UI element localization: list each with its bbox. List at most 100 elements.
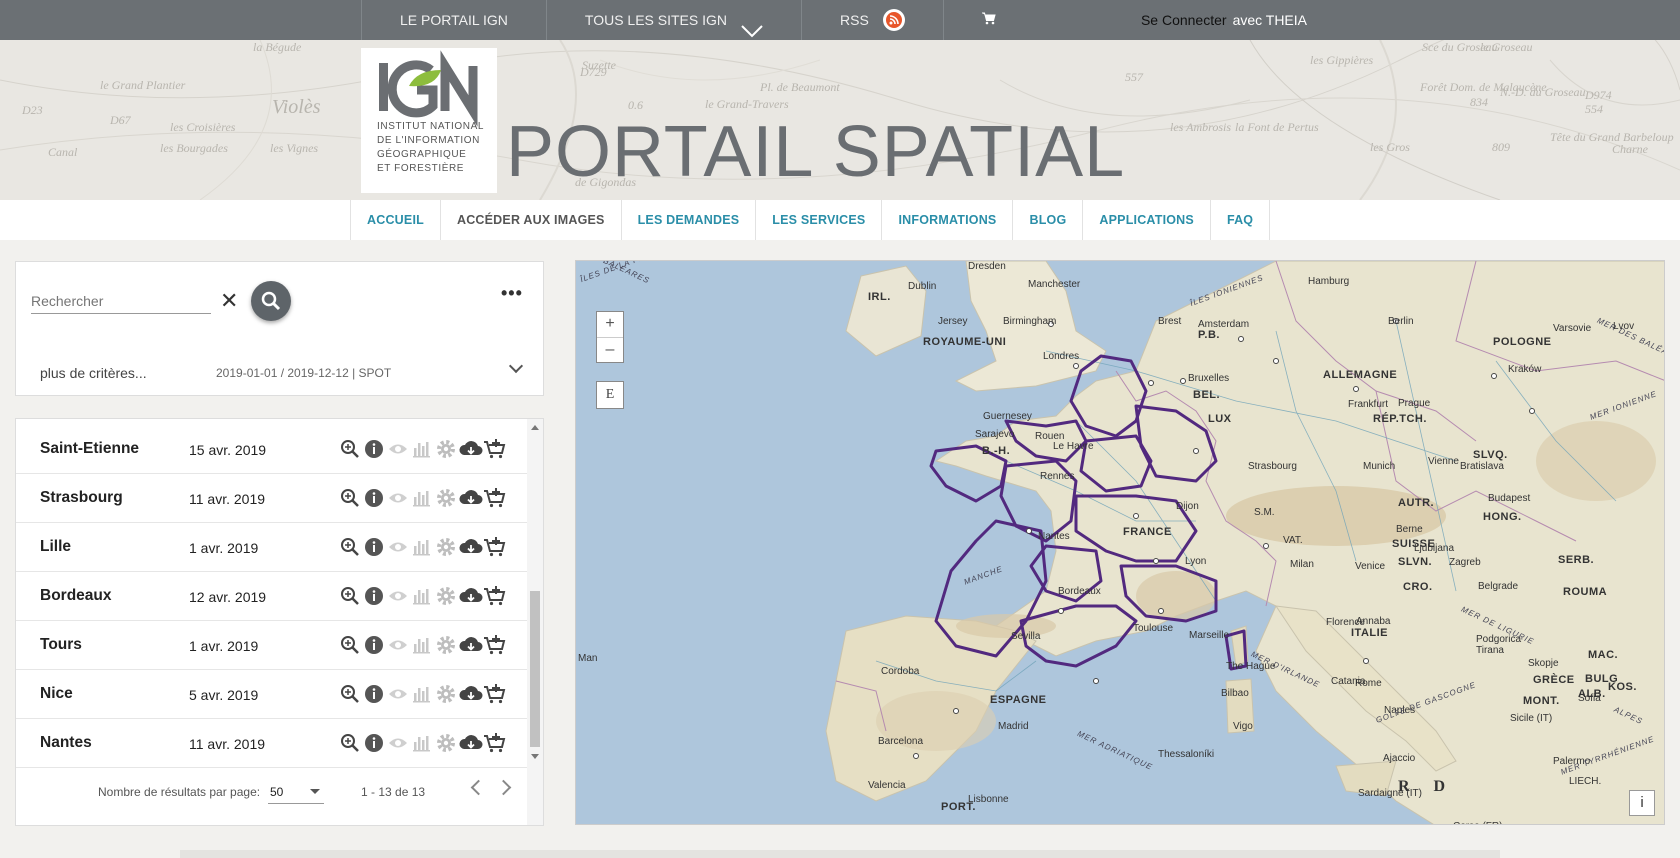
eye-icon[interactable] bbox=[387, 487, 409, 509]
search-button[interactable] bbox=[251, 281, 291, 321]
chart-icon[interactable] bbox=[411, 683, 433, 705]
result-row[interactable]: Bordeaux 12 avr. 2019 bbox=[16, 572, 527, 621]
add-to-cart-icon[interactable] bbox=[483, 634, 506, 656]
map-label: Lvov bbox=[1613, 321, 1635, 332]
chart-icon[interactable] bbox=[411, 536, 433, 558]
add-to-cart-icon[interactable] bbox=[483, 487, 506, 509]
nav-item-faq[interactable]: FAQ bbox=[1209, 200, 1271, 240]
eye-icon[interactable] bbox=[387, 634, 409, 656]
download-icon[interactable] bbox=[459, 438, 483, 460]
zoom-to-icon[interactable] bbox=[339, 732, 361, 754]
eye-icon[interactable] bbox=[387, 585, 409, 607]
nav-item-accueil[interactable]: ACCUEIL bbox=[350, 200, 440, 240]
logo-subtitle-line: DE L'INFORMATION bbox=[377, 135, 480, 146]
scroll-thumb[interactable] bbox=[530, 591, 540, 747]
info-icon[interactable] bbox=[363, 438, 385, 460]
result-row[interactable]: Strasbourg 11 avr. 2019 bbox=[16, 474, 527, 523]
chart-icon[interactable] bbox=[411, 634, 433, 656]
map-label: Varsovie bbox=[1553, 323, 1592, 334]
eye-icon[interactable] bbox=[387, 732, 409, 754]
scroll-down-arrow[interactable] bbox=[531, 754, 539, 759]
add-to-cart-icon[interactable] bbox=[483, 438, 506, 460]
gear-icon[interactable] bbox=[435, 487, 457, 509]
map-view[interactable]: IRL. ROYAUME-UNI Dublin Manchester Birmingha… bbox=[575, 260, 1665, 825]
map-label: B.-H. bbox=[982, 445, 1011, 457]
nav-item-applications[interactable]: APPLICATIONS bbox=[1082, 200, 1210, 240]
gear-icon[interactable] bbox=[435, 585, 457, 607]
info-icon[interactable] bbox=[363, 634, 385, 656]
nav-item-blog[interactable]: BLOG bbox=[1012, 200, 1082, 240]
ign-logo[interactable]: INSTITUT NATIONAL DE L'INFORMATION GÉOGR… bbox=[361, 48, 497, 193]
search-panel: ✕ ••• plus de critères... 2019-01-01 / 2… bbox=[15, 261, 544, 396]
nav-item-acceder-aux-images[interactable]: ACCÉDER AUX IMAGES bbox=[439, 200, 621, 240]
result-row[interactable]: Saint-Etienne 15 avr. 2019 bbox=[16, 425, 527, 474]
zoom-in-button[interactable]: + bbox=[597, 312, 623, 338]
add-to-cart-icon[interactable] bbox=[483, 732, 506, 754]
zoom-to-icon[interactable] bbox=[339, 438, 361, 460]
zoom-to-icon[interactable] bbox=[339, 487, 361, 509]
zoom-to-icon[interactable] bbox=[339, 634, 361, 656]
result-actions bbox=[339, 585, 506, 607]
top-link-portail-ign[interactable]: LE PORTAIL IGN bbox=[361, 0, 546, 40]
top-link-cart[interactable] bbox=[942, 0, 1024, 40]
map-label: Birmingham bbox=[1003, 316, 1057, 327]
clear-icon[interactable]: ✕ bbox=[220, 290, 238, 312]
top-link-rss[interactable]: RSS bbox=[801, 0, 943, 40]
download-icon[interactable] bbox=[459, 683, 483, 705]
info-icon[interactable] bbox=[363, 732, 385, 754]
more-options-icon[interactable]: ••• bbox=[501, 283, 523, 304]
map-label: Cordoba bbox=[881, 666, 920, 677]
result-row[interactable]: Lille 1 avr. 2019 bbox=[16, 523, 527, 572]
eye-icon[interactable] bbox=[387, 683, 409, 705]
chart-icon[interactable] bbox=[411, 487, 433, 509]
chart-icon[interactable] bbox=[411, 438, 433, 460]
map-info-button[interactable]: i bbox=[1629, 790, 1655, 816]
search-input[interactable] bbox=[31, 289, 211, 314]
gear-icon[interactable] bbox=[435, 438, 457, 460]
scroll-up-arrow[interactable] bbox=[531, 425, 539, 430]
zoom-to-icon[interactable] bbox=[339, 536, 361, 558]
chart-icon[interactable] bbox=[411, 732, 433, 754]
result-row[interactable]: Tours 1 avr. 2019 bbox=[16, 621, 527, 670]
nav-item-les-services[interactable]: LES SERVICES bbox=[755, 200, 881, 240]
add-to-cart-icon[interactable] bbox=[483, 585, 506, 607]
more-criteria-toggle[interactable]: plus de critères... bbox=[40, 365, 147, 381]
eye-icon[interactable] bbox=[387, 438, 409, 460]
eye-icon[interactable] bbox=[387, 536, 409, 558]
nav-item-les-demandes[interactable]: LES DEMANDES bbox=[620, 200, 756, 240]
nav-item-informations[interactable]: INFORMATIONS bbox=[881, 200, 1012, 240]
zoom-to-icon[interactable] bbox=[339, 683, 361, 705]
info-icon[interactable] bbox=[363, 536, 385, 558]
next-page-icon[interactable] bbox=[495, 779, 512, 796]
download-icon[interactable] bbox=[459, 585, 483, 607]
login-link[interactable]: Se Connecter avec THEIA bbox=[1121, 0, 1317, 40]
previous-page-icon[interactable] bbox=[470, 779, 487, 796]
per-page-select[interactable]: 50 bbox=[268, 779, 324, 804]
result-date: 15 avr. 2019 bbox=[189, 442, 267, 458]
map-label: Lyon bbox=[1185, 556, 1207, 567]
map-label: Rennes bbox=[1040, 471, 1075, 482]
map-label: IRL. bbox=[868, 291, 891, 303]
gear-icon[interactable] bbox=[435, 634, 457, 656]
result-row[interactable]: Nice 5 avr. 2019 bbox=[16, 670, 527, 719]
chart-icon[interactable] bbox=[411, 585, 433, 607]
download-icon[interactable] bbox=[459, 487, 483, 509]
gear-icon[interactable] bbox=[435, 683, 457, 705]
zoom-to-icon[interactable] bbox=[339, 585, 361, 607]
e-button[interactable]: E bbox=[596, 381, 624, 409]
download-icon[interactable] bbox=[459, 536, 483, 558]
info-icon[interactable] bbox=[363, 585, 385, 607]
search-icon bbox=[261, 291, 281, 311]
add-to-cart-icon[interactable] bbox=[483, 536, 506, 558]
zoom-out-button[interactable]: – bbox=[597, 338, 623, 363]
chevron-down-icon[interactable] bbox=[508, 358, 524, 374]
download-icon[interactable] bbox=[459, 732, 483, 754]
result-row[interactable]: Nantes 11 avr. 2019 bbox=[16, 719, 527, 768]
add-to-cart-icon[interactable] bbox=[483, 683, 506, 705]
top-link-tous-les-sites[interactable]: TOUS LES SITES IGN bbox=[545, 0, 801, 40]
gear-icon[interactable] bbox=[435, 536, 457, 558]
info-icon[interactable] bbox=[363, 487, 385, 509]
info-icon[interactable] bbox=[363, 683, 385, 705]
download-icon[interactable] bbox=[459, 634, 483, 656]
gear-icon[interactable] bbox=[435, 732, 457, 754]
